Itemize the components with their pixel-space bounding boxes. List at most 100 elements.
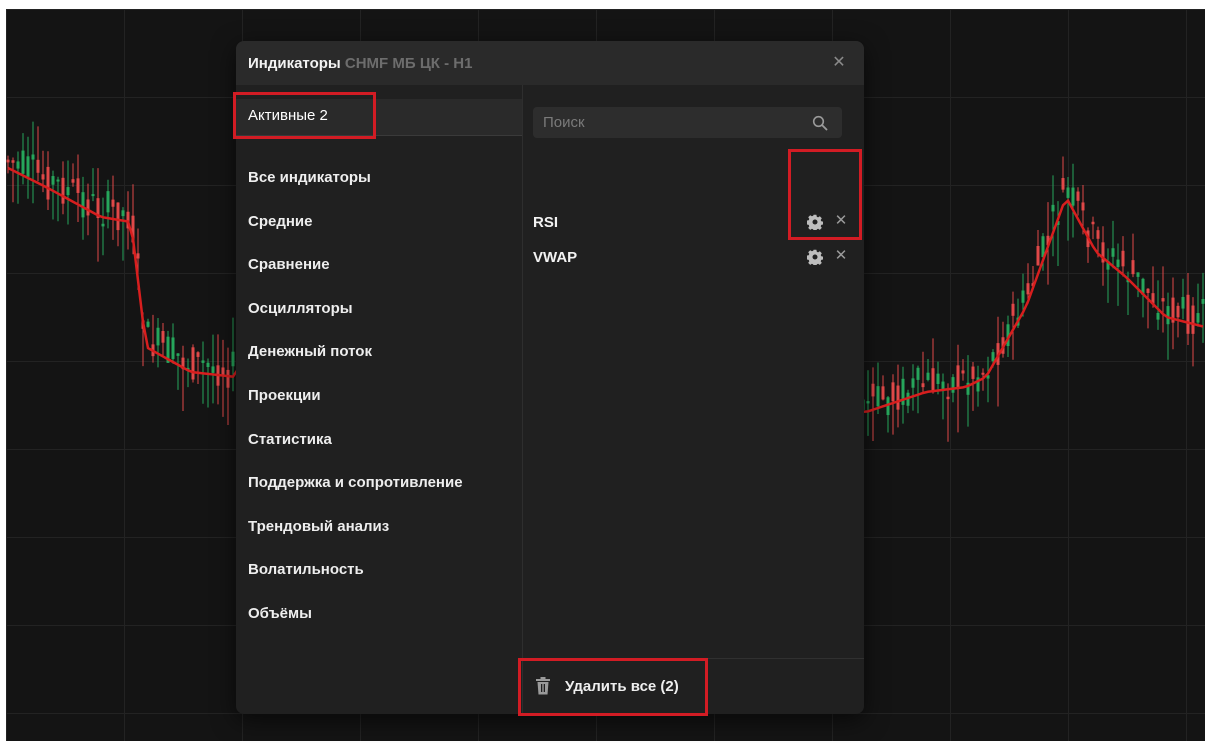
candle-body: [1051, 204, 1055, 212]
candle-body: [71, 179, 75, 183]
candle-body: [896, 385, 900, 410]
search-input[interactable]: [533, 107, 803, 138]
candle-body: [1066, 187, 1070, 198]
close-icon[interactable]: ✕: [833, 212, 849, 230]
candle-body: [1146, 288, 1150, 293]
candle-body: [916, 367, 920, 380]
category-item[interactable]: Средние: [236, 207, 522, 251]
candle-body: [961, 370, 965, 374]
candle-body: [931, 368, 935, 393]
category-item[interactable]: Все индикаторы: [236, 163, 522, 207]
candle-body: [41, 174, 45, 180]
candle-body: [66, 187, 70, 196]
candle-body: [1191, 305, 1195, 334]
category-item[interactable]: Осцилляторы: [236, 294, 522, 338]
candle-body: [211, 366, 215, 373]
close-icon[interactable]: ✕: [833, 247, 849, 265]
delete-all-button[interactable]: Удалить все (2): [525, 669, 689, 703]
candle-body: [31, 154, 35, 160]
instrument-name: CHMF МБ ЦК - H1: [344, 55, 473, 72]
candle-body: [951, 377, 955, 393]
candle-body: [171, 337, 175, 359]
delete-all-label: Удалить все (2): [565, 677, 679, 695]
candle-body: [1071, 187, 1075, 206]
tab-active[interactable]: Активные 2: [236, 99, 522, 136]
candle-body: [1096, 230, 1100, 239]
candle-body: [881, 386, 885, 400]
candle-body: [1061, 178, 1065, 190]
candle-body: [101, 223, 105, 227]
candle-body: [1011, 303, 1015, 316]
candle-body: [156, 327, 160, 346]
candle-body: [36, 159, 40, 173]
candle-body: [1121, 250, 1125, 267]
category-pane: Активные 2 Все индикаторы Средние Сравне…: [236, 85, 523, 714]
candle-body: [1166, 306, 1170, 325]
category-item[interactable]: Проекции: [236, 381, 522, 425]
category-item[interactable]: Сравнение: [236, 250, 522, 294]
candle-body: [926, 372, 930, 380]
candle-body: [1081, 202, 1085, 211]
indicator-name: RSI: [533, 214, 559, 231]
candle-body: [61, 177, 65, 204]
candle-body: [56, 179, 60, 182]
category-item[interactable]: Трендовый анализ: [236, 512, 522, 556]
candle-body: [921, 383, 925, 388]
candle-body: [1181, 296, 1185, 309]
candle-body: [991, 352, 995, 362]
candle-body: [871, 383, 875, 397]
candle-body: [1131, 260, 1135, 275]
indicator-row[interactable]: VWAP ✕: [523, 240, 864, 274]
candle-body: [136, 253, 140, 259]
candle-body: [51, 176, 55, 185]
candle-body: [21, 150, 25, 174]
dialog-title: Индикаторы CHMF МБ ЦК - H1: [248, 55, 472, 72]
close-icon[interactable]: ✕: [828, 52, 850, 74]
candle-body: [866, 401, 870, 404]
candle-body: [1026, 283, 1030, 295]
candle-body: [201, 360, 205, 363]
gear-icon[interactable]: [807, 249, 823, 265]
candle-body: [1201, 298, 1205, 304]
candle-body: [116, 202, 120, 231]
candle-body: [1036, 246, 1040, 266]
candle-body: [891, 382, 895, 402]
candle-body: [76, 178, 80, 193]
candle-body: [1111, 248, 1115, 257]
candle-body: [1156, 312, 1160, 320]
candle-body: [1161, 298, 1165, 302]
trash-icon: [536, 677, 550, 695]
gear-icon[interactable]: [807, 214, 823, 230]
dialog-header: Индикаторы CHMF МБ ЦК - H1 ✕: [236, 41, 864, 85]
category-item[interactable]: Волатильность: [236, 555, 522, 599]
category-list: Все индикаторы Средние Сравнение Осцилля…: [236, 163, 522, 643]
category-item[interactable]: Объёмы: [236, 599, 522, 643]
indicator-name: VWAP: [533, 249, 578, 266]
category-item[interactable]: Статистика: [236, 425, 522, 469]
candle-body: [146, 321, 150, 327]
candle-body: [231, 351, 235, 367]
category-item[interactable]: Поддержка и сопротивление: [236, 468, 522, 512]
candle-body: [971, 366, 975, 379]
candle-body: [981, 372, 985, 375]
candle-body: [1091, 221, 1095, 225]
candle-body: [1116, 259, 1120, 267]
candle-body: [936, 373, 940, 384]
dialog-footer: Удалить все (2): [523, 658, 864, 714]
candle-body: [1186, 294, 1190, 334]
candle-body: [876, 386, 880, 407]
candle-body: [1076, 191, 1080, 201]
candle-body: [11, 160, 15, 163]
candle-body: [46, 166, 50, 200]
candle-body: [911, 378, 915, 388]
candle-body: [1176, 305, 1180, 318]
candle-body: [86, 199, 90, 216]
indicator-row[interactable]: RSI ✕: [523, 205, 864, 239]
search-icon[interactable]: [812, 115, 828, 131]
candle-body: [1196, 313, 1200, 323]
indicator-pane: RSI ✕ VWAP ✕: [523, 85, 864, 714]
candle-body: [16, 161, 20, 169]
candle-body: [26, 156, 30, 177]
category-item[interactable]: Денежный поток: [236, 337, 522, 381]
indicators-dialog: Индикаторы CHMF МБ ЦК - H1 ✕ Активные 2 …: [236, 41, 864, 714]
